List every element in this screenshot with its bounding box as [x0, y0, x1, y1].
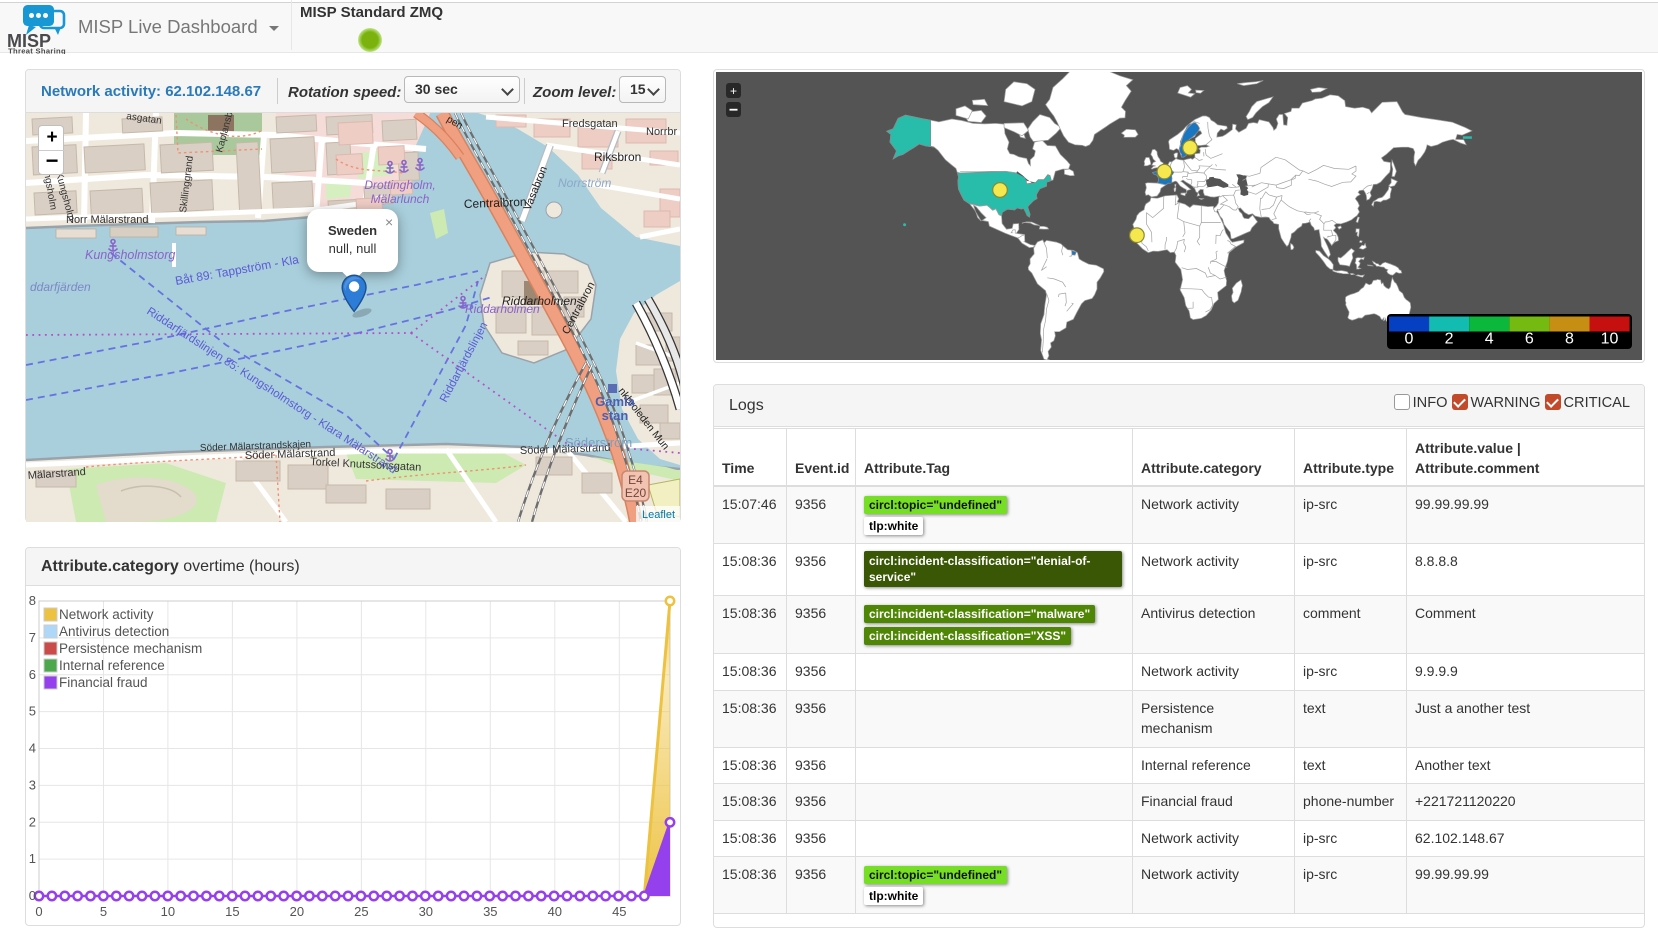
- svg-text:5: 5: [100, 904, 107, 919]
- svg-text:ddarfjärden: ddarfjärden: [30, 280, 91, 294]
- svg-text:stan: stan: [602, 408, 629, 423]
- svg-text:Threat Sharing: Threat Sharing: [8, 47, 66, 55]
- svg-text:Norrström: Norrström: [558, 176, 611, 190]
- svg-text:1: 1: [29, 851, 36, 866]
- svg-text:0: 0: [35, 904, 42, 919]
- svg-text:2: 2: [29, 814, 36, 829]
- svg-text:Drottingholm,: Drottingholm,: [364, 178, 435, 192]
- svg-text:30: 30: [419, 904, 433, 919]
- svg-text:Riddarholmen: Riddarholmen: [465, 302, 540, 316]
- svg-text:8: 8: [29, 593, 36, 608]
- svg-text:Norrbr: Norrbr: [646, 126, 678, 138]
- svg-text:E4: E4: [628, 473, 643, 487]
- svg-text:Persistence mechanism: Persistence mechanism: [59, 641, 202, 656]
- svg-text:E20: E20: [625, 486, 647, 500]
- svg-text:40: 40: [548, 904, 562, 919]
- svg-text:4: 4: [1485, 331, 1494, 348]
- svg-text:5: 5: [29, 704, 36, 719]
- svg-text:6: 6: [1525, 331, 1534, 348]
- svg-text:4: 4: [29, 741, 36, 756]
- svg-text:8: 8: [1565, 331, 1574, 348]
- svg-text:Kungsholmstorg: Kungsholmstorg: [85, 248, 175, 262]
- svg-text:10: 10: [1601, 331, 1619, 348]
- svg-text:+: +: [730, 84, 737, 98]
- svg-text:Fredsgatan: Fredsgatan: [562, 118, 618, 130]
- svg-text:Financial fraud: Financial fraud: [59, 675, 148, 690]
- svg-text:35: 35: [483, 904, 497, 919]
- svg-text:Centralbron: Centralbron: [464, 195, 527, 211]
- svg-text:25: 25: [354, 904, 368, 919]
- svg-text:Antivirus detection: Antivirus detection: [59, 624, 169, 639]
- svg-text:2: 2: [1445, 331, 1454, 348]
- svg-text:0: 0: [29, 888, 36, 903]
- svg-text:Internal reference: Internal reference: [59, 658, 165, 673]
- svg-text:Mälarlunch: Mälarlunch: [371, 192, 430, 206]
- svg-text:Norr Mälarstrand: Norr Mälarstrand: [66, 214, 149, 226]
- svg-text:10: 10: [161, 904, 175, 919]
- svg-text:20: 20: [290, 904, 304, 919]
- svg-text:Network activity: Network activity: [59, 607, 154, 622]
- svg-text:0: 0: [1405, 331, 1414, 348]
- svg-text:7: 7: [29, 630, 36, 645]
- svg-text:45: 45: [612, 904, 626, 919]
- svg-text:Leaflet: Leaflet: [642, 509, 675, 521]
- svg-text:Gamla: Gamla: [595, 394, 636, 409]
- svg-text:3: 3: [29, 777, 36, 792]
- svg-text:Söderström: Söderström: [565, 435, 632, 450]
- svg-text:6: 6: [29, 667, 36, 682]
- svg-text:Riksbron: Riksbron: [594, 150, 641, 164]
- svg-text:15: 15: [225, 904, 239, 919]
